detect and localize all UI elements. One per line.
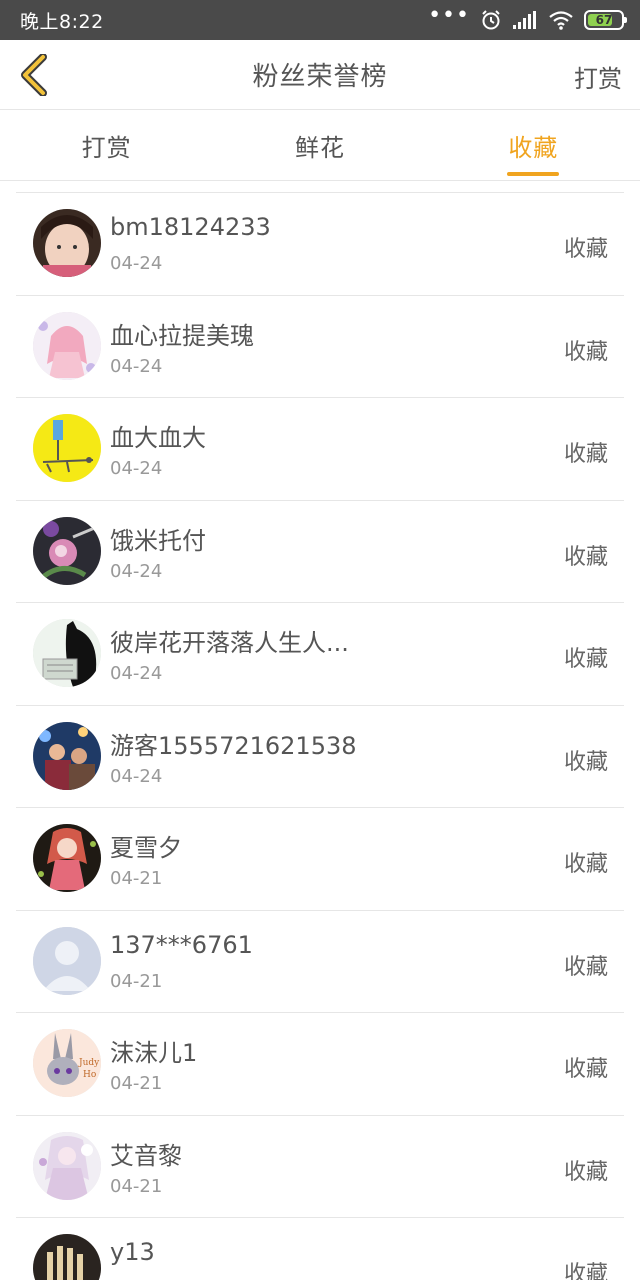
action-label: 收藏 <box>563 647 608 672</box>
list-item[interactable]: Judy Ho 沫沫儿1 04-21 收藏 <box>16 1013 624 1116</box>
status-bar: 晚上8:22 ••• 67 <box>0 0 640 40</box>
fan-date: 04-24 <box>110 765 163 787</box>
tab-label: 打赏 <box>81 134 132 162</box>
list-item[interactable]: 饿米托付 04-24 收藏 <box>16 501 624 603</box>
fan-name: bm18124233 <box>110 213 271 241</box>
list-item[interactable]: 夏雪夕 04-21 收藏 <box>16 808 624 911</box>
action-label: 收藏 <box>563 339 608 365</box>
svg-text:Judy: Judy <box>78 1058 100 1068</box>
avatar <box>33 721 101 790</box>
avatar <box>33 311 101 380</box>
alarm-icon <box>480 9 502 31</box>
tab-flowers[interactable]: 鲜花 <box>213 111 426 180</box>
avatar: Judy Ho <box>33 1029 101 1097</box>
chevron-left-icon <box>21 54 47 96</box>
page-title: 粉丝荣誉榜 <box>252 62 388 92</box>
tab-label: 收藏 <box>508 134 559 162</box>
fan-name: 夏雪夕 <box>110 834 182 862</box>
fan-name: 血心拉提美瑰 <box>110 321 254 350</box>
avatar <box>33 926 101 995</box>
avatar <box>33 209 101 277</box>
back-button[interactable] <box>12 52 56 98</box>
fan-date: 04-24 <box>110 253 163 274</box>
fan-date: 04-24 <box>110 355 163 377</box>
fan-date: 04-24 <box>110 458 163 479</box>
active-tab-indicator <box>507 172 560 176</box>
action-label: 收藏 <box>563 749 608 775</box>
fan-date: 04-21 <box>110 1175 163 1197</box>
fan-list: bm18124233 04-24 收藏 血心拉提美瑰 04-24 收藏 血大血大… <box>16 192 624 1280</box>
avatar <box>33 516 101 585</box>
list-item[interactable]: 艾音黎 04-21 收藏 <box>16 1116 624 1218</box>
list-item[interactable]: 血心拉提美瑰 04-24 收藏 <box>16 296 624 398</box>
signal-icon <box>512 10 538 30</box>
fan-name: 饿米托付 <box>110 526 206 555</box>
list-item[interactable]: y13 收藏 <box>16 1218 624 1280</box>
tab-reward[interactable]: 打赏 <box>0 111 213 180</box>
avatar <box>33 1131 101 1200</box>
tab-bar: 打赏 鲜花 收藏 <box>0 111 640 181</box>
tab-label: 鲜花 <box>294 134 345 162</box>
list-item[interactable]: bm18124233 04-24 收藏 <box>16 193 624 296</box>
avatar <box>33 1234 101 1280</box>
status-time: 晚上8:22 <box>20 10 104 33</box>
action-label: 收藏 <box>563 544 608 570</box>
list-item[interactable]: 血大血大 04-24 收藏 <box>16 398 624 501</box>
list-item[interactable]: 137***6761 04-21 收藏 <box>16 911 624 1013</box>
fan-name: 137***6761 <box>110 930 253 959</box>
action-label: 收藏 <box>563 1262 608 1280</box>
more-dots-icon: ••• <box>428 3 470 28</box>
fan-name: 沫沫儿1 <box>110 1039 198 1067</box>
fan-name: 游客1555721621538 <box>110 731 357 760</box>
action-label: 收藏 <box>563 1057 608 1082</box>
action-label: 收藏 <box>563 237 608 262</box>
fan-date: 04-21 <box>110 868 163 889</box>
avatar <box>33 619 101 687</box>
action-label: 收藏 <box>563 954 608 980</box>
reward-button[interactable]: 打赏 <box>574 59 622 94</box>
tab-favorites[interactable]: 收藏 <box>427 111 640 180</box>
list-item[interactable]: 彼岸花开落落人生人... 04-24 收藏 <box>16 603 624 706</box>
fan-name: 彼岸花开落落人生人... <box>110 629 349 657</box>
list-item[interactable]: 游客1555721621538 04-24 收藏 <box>16 706 624 808</box>
fan-date: 04-24 <box>110 663 163 684</box>
wifi-icon <box>548 10 574 30</box>
avatar <box>33 824 101 892</box>
fan-date: 04-21 <box>110 1073 163 1094</box>
status-icons: ••• 67 <box>428 5 627 31</box>
fan-name: 艾音黎 <box>110 1141 182 1170</box>
avatar <box>33 414 101 482</box>
fan-date: 04-24 <box>110 560 163 582</box>
action-label: 收藏 <box>563 1159 608 1185</box>
svg-text:Ho: Ho <box>83 1070 96 1080</box>
battery-icon: 67 <box>584 10 627 30</box>
battery-level: 67 <box>595 13 613 27</box>
app-header: 粉丝荣誉榜 打赏 <box>0 40 640 110</box>
fan-name: 血大血大 <box>110 424 206 452</box>
action-label: 收藏 <box>563 442 608 467</box>
fan-name: y13 <box>110 1238 155 1266</box>
action-label: 收藏 <box>563 852 608 877</box>
fan-date: 04-21 <box>110 970 163 992</box>
